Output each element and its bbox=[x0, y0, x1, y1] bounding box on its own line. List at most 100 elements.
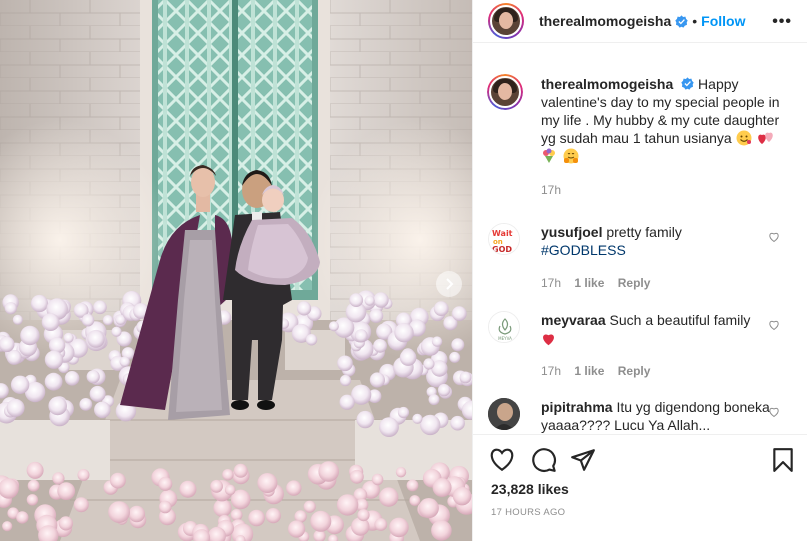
hug-emoji-icon bbox=[563, 148, 579, 164]
post-actions: 23,828 likes 17 HOURS AGO bbox=[473, 434, 807, 541]
comment-username[interactable]: meyvaraa bbox=[541, 312, 606, 328]
commenter-avatar[interactable]: Wait on GOD bbox=[488, 223, 520, 255]
flower-shape bbox=[409, 495, 421, 506]
follow-button[interactable]: Follow bbox=[701, 13, 745, 29]
flower-shape bbox=[297, 301, 312, 316]
flower-shape bbox=[73, 497, 89, 513]
flower-shape bbox=[451, 338, 465, 352]
flower-shape bbox=[213, 498, 232, 518]
flower-shape bbox=[63, 332, 74, 343]
post-timestamp[interactable]: 17 HOURS AGO bbox=[491, 507, 565, 518]
flower-shape bbox=[420, 414, 441, 436]
separator-dot: • bbox=[692, 13, 698, 29]
post-image bbox=[0, 0, 472, 541]
bookmark-icon[interactable] bbox=[770, 447, 796, 473]
comment-item: MEYVA meyvaraa Such a beautiful family 1… bbox=[488, 311, 793, 380]
flower-shape bbox=[451, 306, 467, 321]
svg-text:GOD: GOD bbox=[492, 245, 512, 254]
post-side-panel: therealmomogeisha • Follow ••• therealmo… bbox=[472, 0, 807, 541]
flower-shape bbox=[423, 358, 435, 370]
flower-shape bbox=[288, 520, 306, 538]
caption-avatar[interactable] bbox=[487, 74, 523, 110]
flower-shape bbox=[20, 325, 40, 346]
flower-shape bbox=[158, 500, 172, 514]
like-comment-heart-icon[interactable] bbox=[768, 231, 780, 243]
comments-list[interactable]: therealmomogeisha Happy valentine's day … bbox=[473, 61, 807, 433]
flower-shape bbox=[30, 294, 49, 313]
flower-shape bbox=[27, 479, 40, 492]
more-options-button[interactable]: ••• bbox=[772, 13, 792, 31]
verified-badge-icon bbox=[681, 77, 694, 90]
flower-shape bbox=[310, 510, 332, 532]
comment-time[interactable]: 17h bbox=[541, 276, 561, 290]
flower-shape bbox=[87, 330, 105, 348]
reply-button[interactable]: Reply bbox=[618, 276, 651, 290]
flower-shape bbox=[4, 302, 17, 315]
flower-shape bbox=[303, 500, 316, 513]
flower-shape bbox=[12, 314, 23, 325]
flower-shape bbox=[337, 355, 353, 372]
heart-icon[interactable] bbox=[489, 447, 515, 473]
author-avatar[interactable] bbox=[488, 3, 524, 39]
flower-shape bbox=[16, 511, 29, 524]
flower-shape bbox=[452, 486, 472, 506]
reply-button[interactable]: Reply bbox=[618, 364, 651, 378]
flower-shape bbox=[459, 371, 472, 384]
red-heart-emoji-icon bbox=[543, 334, 554, 346]
author-username[interactable]: therealmomogeisha bbox=[539, 13, 671, 29]
flower-shape bbox=[328, 321, 339, 332]
comment-likes[interactable]: 1 like bbox=[574, 364, 604, 378]
flower-shape bbox=[179, 480, 197, 498]
flower-shape bbox=[433, 301, 449, 317]
flower-shape bbox=[412, 413, 423, 424]
flower-shape bbox=[350, 469, 364, 484]
flower-shape bbox=[26, 494, 39, 506]
flower-shape bbox=[93, 300, 107, 315]
flower-shape bbox=[108, 501, 130, 523]
flower-shape bbox=[6, 398, 25, 417]
flower-shape bbox=[233, 463, 248, 478]
flower-shape bbox=[336, 494, 359, 516]
comment-time[interactable]: 17h bbox=[541, 364, 561, 378]
hashtag-link[interactable]: #GODBLESS bbox=[541, 242, 626, 258]
flower-shape bbox=[257, 473, 278, 493]
like-comment-heart-icon[interactable] bbox=[768, 319, 780, 331]
flower-shape bbox=[222, 469, 234, 481]
likes-count[interactable]: 23,828 likes bbox=[491, 481, 569, 497]
comment-username[interactable]: pipitrahma bbox=[541, 399, 613, 415]
caption-meta: 17h bbox=[541, 181, 793, 199]
caption-username[interactable]: therealmomogeisha bbox=[541, 76, 673, 92]
flower-shape bbox=[369, 308, 384, 323]
comment-text: pretty family bbox=[606, 224, 682, 240]
comment-likes[interactable]: 1 like bbox=[574, 276, 604, 290]
svg-text:MEYVA: MEYVA bbox=[498, 336, 512, 341]
flower-shape bbox=[111, 326, 122, 337]
flower-shape bbox=[158, 476, 173, 491]
flower-shape bbox=[10, 375, 30, 394]
flower-shape bbox=[437, 383, 451, 397]
flower-shape bbox=[399, 349, 417, 366]
flower-shape bbox=[119, 356, 130, 367]
hearts-emoji-icon bbox=[758, 132, 774, 144]
caption-time[interactable]: 17h bbox=[541, 183, 561, 197]
flower-shape bbox=[373, 292, 389, 308]
flower-shape bbox=[364, 295, 375, 306]
post-photo[interactable] bbox=[0, 0, 472, 541]
like-comment-heart-icon[interactable] bbox=[768, 406, 780, 418]
svg-text:Wait: Wait bbox=[492, 229, 513, 238]
share-icon[interactable] bbox=[570, 447, 596, 473]
comment-icon[interactable] bbox=[531, 447, 557, 473]
flower-shape bbox=[356, 410, 374, 429]
commenter-avatar[interactable] bbox=[488, 398, 520, 430]
next-photo-button[interactable] bbox=[436, 271, 462, 297]
comment-item: pipitrahma Itu yg digendong boneka yaaaa… bbox=[488, 398, 793, 433]
comment-username[interactable]: yusufjoel bbox=[541, 224, 602, 240]
caption-body: therealmomogeisha Happy valentine's day … bbox=[541, 75, 793, 199]
flower-shape bbox=[431, 336, 443, 347]
commenter-avatar[interactable]: MEYVA bbox=[488, 311, 520, 343]
flower-shape bbox=[26, 461, 44, 479]
flower-shape bbox=[339, 394, 355, 410]
flower-shape bbox=[79, 398, 93, 411]
flower-shape bbox=[248, 509, 265, 527]
smile-emoji-icon bbox=[736, 130, 752, 146]
